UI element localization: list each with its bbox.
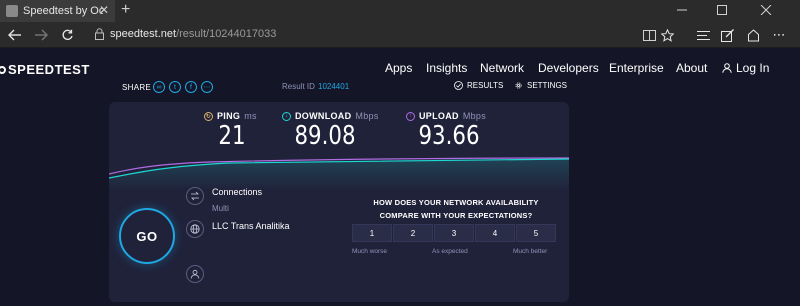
new-tab-icon[interactable]: + — [121, 1, 130, 19]
speedtest-logo[interactable]: SPEEDTEST — [0, 62, 90, 77]
results-label: RESULTS — [467, 81, 504, 90]
browser-tab-bar: Speedtest by Ookla - Th ✕ + — [0, 0, 800, 22]
upload-unit: Mbps — [462, 111, 487, 121]
forward-arrow-icon[interactable] — [32, 26, 50, 44]
ping-label: PING — [217, 111, 241, 121]
ping-unit: ms — [244, 111, 257, 121]
hub-icon[interactable] — [694, 26, 712, 44]
isp-name: LLC Trans Analitika — [212, 221, 290, 231]
ping-value: 21 — [218, 121, 246, 151]
tab-title: Speedtest by Ookla - Th — [23, 5, 103, 17]
download-unit: Mbps — [355, 111, 379, 121]
rating-option-3[interactable]: 3 — [434, 224, 474, 242]
url-host: speedtest.net — [110, 28, 177, 40]
ping-icon: ↻ — [204, 111, 213, 121]
check-circle-icon — [454, 81, 463, 90]
favicon-icon — [6, 5, 18, 17]
result-id-value[interactable]: 1024401 — [318, 82, 349, 91]
maximize-icon[interactable] — [716, 5, 728, 15]
download-value: 89.08 — [294, 121, 356, 151]
connections-mode[interactable]: Multi — [212, 204, 229, 213]
download-label: DOWNLOAD — [295, 111, 352, 121]
globe-icon — [186, 220, 204, 238]
browser-tab[interactable]: Speedtest by Ookla - Th ✕ — [0, 0, 115, 22]
rating-option-4[interactable]: 4 — [475, 224, 515, 242]
logo-text: SPEEDTEST — [8, 62, 90, 77]
nav-enterprise[interactable]: Enterprise — [609, 61, 664, 75]
download-header: ↓ DOWNLOAD Mbps — [282, 111, 379, 121]
upload-label: UPLOAD — [419, 111, 459, 121]
rating-option-1[interactable]: 1 — [352, 224, 392, 242]
minimize-icon[interactable] — [676, 5, 688, 15]
nav-about[interactable]: About — [676, 61, 707, 75]
back-arrow-icon[interactable] — [6, 26, 24, 44]
connections-icon — [186, 187, 204, 205]
user-icon — [722, 63, 732, 73]
settings-link[interactable]: SETTINGS — [514, 81, 567, 90]
more-options-icon[interactable]: ⋯ — [770, 26, 788, 44]
settings-label: SETTINGS — [527, 81, 568, 90]
speedtest-logo-icon — [0, 65, 6, 74]
connections-title: Connections — [212, 187, 263, 197]
url-path: /result/10244017033 — [176, 28, 277, 40]
lock-icon — [95, 28, 104, 40]
nav-network[interactable]: Network — [480, 61, 524, 75]
login-link[interactable]: Log In — [722, 61, 769, 75]
nav-insights[interactable]: Insights — [426, 61, 467, 75]
reading-view-icon[interactable] — [640, 26, 658, 44]
upload-arrow-icon: ↑ — [406, 111, 415, 121]
share-page-icon[interactable] — [744, 26, 762, 44]
web-note-icon[interactable] — [718, 26, 736, 44]
close-tab-icon[interactable]: ✕ — [99, 3, 109, 17]
favorite-star-icon[interactable] — [658, 26, 676, 44]
close-window-icon[interactable] — [760, 5, 772, 15]
rating-high-label: Much better — [513, 248, 548, 255]
share-label: SHARE — [122, 83, 152, 92]
go-button[interactable]: GO — [119, 208, 175, 264]
twitter-icon[interactable]: t — [169, 81, 181, 93]
download-arrow-icon: ↓ — [282, 111, 291, 121]
rating-option-5[interactable]: 5 — [516, 224, 556, 242]
more-icon[interactable]: ⋯ — [201, 81, 213, 93]
rating-low-label: Much worse — [352, 248, 388, 255]
upload-header: ↑ UPLOAD Mbps — [406, 111, 486, 121]
url-field[interactable]: speedtest.net/result/10244017033 — [110, 28, 276, 40]
results-link[interactable]: RESULTS — [454, 81, 503, 90]
rating-option-2[interactable]: 2 — [393, 224, 433, 242]
result-id-label: Result ID — [282, 82, 315, 91]
refresh-icon[interactable] — [58, 26, 76, 44]
login-label: Log In — [736, 61, 770, 75]
nav-apps[interactable]: Apps — [385, 61, 412, 75]
ping-header: ↻ PING ms — [204, 111, 257, 121]
gear-icon — [515, 82, 522, 89]
speed-graph — [109, 157, 569, 190]
user-account-icon[interactable] — [186, 265, 204, 283]
address-bar: speedtest.net/result/10244017033 ⋯ — [0, 22, 800, 48]
rating-mid-label: As expected — [432, 248, 468, 255]
link-icon[interactable]: ∞ — [153, 81, 165, 93]
upload-value: 93.66 — [418, 121, 480, 151]
survey-question: HOW DOES YOUR NETWORK AVAILABILITY COMPA… — [373, 198, 539, 220]
nav-developers[interactable]: Developers — [538, 61, 599, 75]
facebook-icon[interactable]: f — [185, 81, 197, 93]
